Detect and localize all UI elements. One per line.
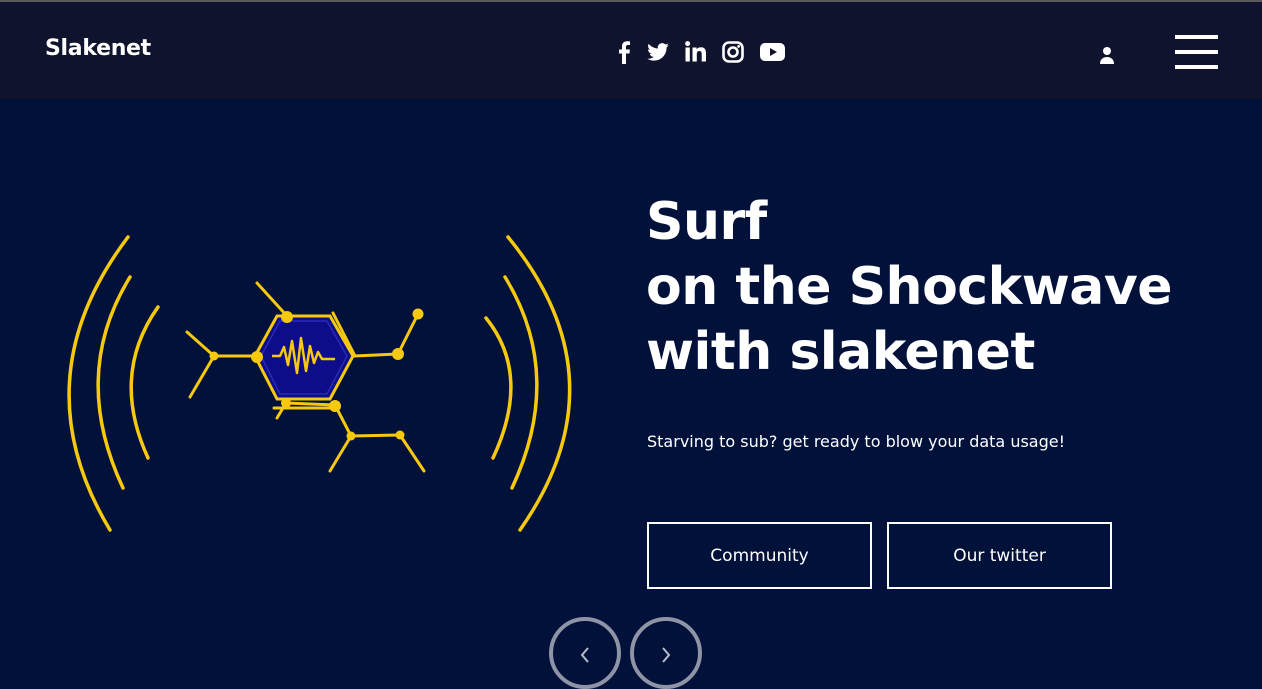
hero-title: Surf on the Shockwave with slakenet (646, 190, 1173, 385)
hero-subtitle: Starving to sub? get ready to blow your … (647, 432, 1066, 451)
hamburger-menu-icon[interactable] (1175, 35, 1218, 71)
carousel-next-button[interactable] (630, 617, 702, 689)
chevron-right-icon (662, 647, 671, 663)
hero-title-line-1: Surf (646, 192, 767, 252)
hero-title-line-2: on the Shockwave (646, 257, 1173, 317)
social-links (617, 40, 801, 68)
site-header: Slakenet (0, 0, 1262, 99)
user-icon[interactable] (1099, 46, 1115, 69)
twitter-icon[interactable] (647, 42, 669, 66)
linkedin-icon[interactable] (685, 41, 706, 67)
youtube-icon[interactable] (760, 42, 785, 66)
carousel-prev-button[interactable] (549, 617, 621, 689)
instagram-icon[interactable] (722, 40, 744, 68)
facebook-icon[interactable] (617, 40, 631, 69)
our-twitter-button[interactable]: Our twitter (887, 522, 1112, 589)
hero-title-line-3: with slakenet (646, 322, 1035, 382)
brand-logo[interactable]: Slakenet (45, 36, 151, 61)
chevron-left-icon (580, 647, 589, 663)
shockwave-illustration (50, 225, 590, 550)
community-button[interactable]: Community (647, 522, 872, 589)
